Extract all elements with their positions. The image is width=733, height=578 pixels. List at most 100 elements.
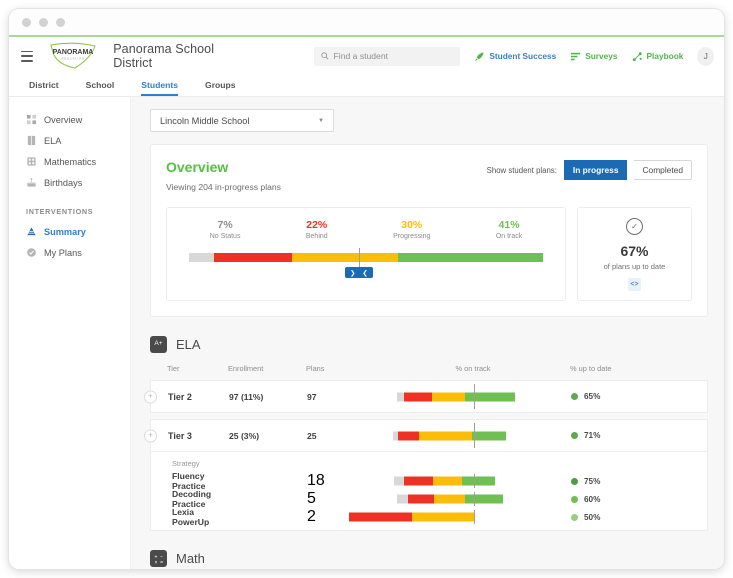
status-dot <box>571 393 578 400</box>
stat-no-status: 7% No Status <box>210 219 241 240</box>
goal-line <box>474 510 475 524</box>
bar-segment-behind <box>408 495 434 504</box>
bar-segment-progressing <box>419 431 473 440</box>
panorama-logo[interactable]: PANORAMA EDUCATION <box>45 41 101 71</box>
bar-segment-no-status <box>394 477 404 486</box>
sidebar-item-mathematics-label: Mathematics <box>44 157 96 167</box>
sidebar-item-ela[interactable]: ELA <box>9 130 130 151</box>
bar-segment-no-status <box>397 495 408 504</box>
strategy-label: Strategy <box>151 457 707 472</box>
school-select-dropdown[interactable]: Lincoln Middle School ▼ <box>150 109 334 132</box>
strategy-up-to-date-value: 75% <box>584 477 600 486</box>
row-up-to-date-value: 65% <box>584 392 600 401</box>
tab-school[interactable]: School <box>86 80 115 96</box>
list-item[interactable]: Lexia PowerUp 2 50% <box>151 508 707 526</box>
svg-text:=: = <box>160 560 163 565</box>
strategy-plans: 18 <box>307 472 389 490</box>
avatar[interactable]: J <box>697 47 714 66</box>
nav-student-success[interactable]: Student Success <box>474 51 556 62</box>
sidebar-item-birthdays[interactable]: Birthdays <box>9 172 130 193</box>
row-tier: Tier 2 <box>151 392 229 402</box>
row-plans: 97 <box>307 392 389 402</box>
list-item[interactable]: Decoding Practice 5 <box>151 490 707 508</box>
nav-playbook[interactable]: Playbook <box>632 51 684 62</box>
sidebar-item-summary[interactable]: Summary <box>9 221 130 242</box>
goal-line <box>359 248 361 267</box>
sidebar-item-my-plans-label: My Plans <box>44 248 82 258</box>
row-tier: Tier 3 <box>151 431 229 441</box>
code-badge-icon[interactable]: <> <box>628 278 641 291</box>
strategy-group: Strategy Fluency Practice 18 <box>150 451 708 531</box>
stat-on-track: 41% On track <box>496 219 522 240</box>
nav-surveys[interactable]: Surveys <box>570 51 617 62</box>
bar-segment-on-track <box>465 495 503 504</box>
distribution-bar-segments <box>189 253 543 262</box>
stat-behind: 22% Behind <box>306 219 328 240</box>
status-dot <box>571 432 578 439</box>
grid-icon <box>26 114 37 125</box>
goal-line <box>474 474 475 488</box>
nav-surveys-label: Surveys <box>585 51 617 61</box>
tab-groups[interactable]: Groups <box>205 80 236 96</box>
row-on-track-bar <box>389 419 559 452</box>
math-icon: + − × = <box>150 550 167 567</box>
goal-line <box>474 492 475 506</box>
bars-icon <box>570 51 581 62</box>
stat-behind-label: Behind <box>306 233 328 240</box>
school-select-value: Lincoln Middle School <box>160 116 249 126</box>
handle-arrow-right-icon: ❮ <box>362 269 367 277</box>
bar-segment-progressing <box>412 513 475 522</box>
svg-text:PANORAMA: PANORAMA <box>53 49 94 56</box>
toggle-completed[interactable]: Completed <box>634 160 692 180</box>
toggle-in-progress[interactable]: In progress <box>564 160 628 180</box>
status-dot <box>571 514 578 521</box>
bar-segment-behind <box>349 513 412 522</box>
bar-segment-behind <box>404 477 433 486</box>
bar-segment-no-status <box>397 392 404 401</box>
subject-section-math: + − × = Math Tier Enrollment Enrollment … <box>150 550 708 569</box>
subject-name-ela: ELA <box>176 337 201 352</box>
main-content: Lincoln Middle School ▼ Overview Viewing… <box>131 97 724 569</box>
goal-slider-handle[interactable]: ❯ ❮ <box>345 267 373 278</box>
window-minimize-button[interactable] <box>39 18 48 27</box>
window-maximize-button[interactable] <box>56 18 65 27</box>
tab-students[interactable]: Students <box>141 80 178 96</box>
expand-row-icon[interactable]: + <box>144 429 157 442</box>
bar-segment-on-track <box>465 392 515 401</box>
hamburger-menu-icon[interactable] <box>21 51 33 62</box>
search-input[interactable]: Find a student <box>314 47 461 66</box>
rocket-icon <box>474 51 485 62</box>
tab-district[interactable]: District <box>29 80 59 96</box>
book-icon <box>26 135 37 146</box>
bar-segment-progressing <box>433 477 462 486</box>
sidebar-item-overview[interactable]: Overview <box>9 109 130 130</box>
row-up-to-date-value: 71% <box>584 431 600 440</box>
triangle-icon <box>26 226 37 237</box>
up-to-date-percent: 67% <box>578 243 691 259</box>
col-enrollment: Enrollment <box>228 364 306 373</box>
table-row[interactable]: + Tier 3 25 (3%) 25 <box>150 419 708 452</box>
goal-line <box>474 384 475 409</box>
svg-text:×: × <box>154 560 157 565</box>
plans-up-to-date-panel: ✓ 67% of plans up to date <> <box>577 207 692 301</box>
subject-section-ela: A+ ELA Tier Enrollment Plans % on track … <box>150 336 708 531</box>
sidebar-section-interventions: INTERVENTIONS <box>9 193 130 221</box>
bar-segment-on-track <box>472 431 506 440</box>
stat-on-track-value: 41% <box>496 219 522 231</box>
subject-name-math: Math <box>176 551 205 566</box>
sidebar-item-my-plans[interactable]: My Plans <box>9 242 130 263</box>
nav-playbook-label: Playbook <box>647 51 684 61</box>
strategy-up-to-date-value: 50% <box>584 513 600 522</box>
col-up-to-date: % up to date <box>558 364 708 373</box>
expand-row-icon[interactable]: + <box>144 390 157 403</box>
stat-behind-value: 22% <box>306 219 328 231</box>
table-row[interactable]: + Tier 2 97 (11%) 97 <box>150 380 708 413</box>
sidebar-item-mathematics[interactable]: Mathematics <box>9 151 130 172</box>
sidebar-item-ela-label: ELA <box>44 136 61 146</box>
segment-progressing <box>292 253 398 262</box>
strategy-up-to-date: 75% <box>559 477 707 486</box>
list-item[interactable]: Fluency Practice 18 <box>151 472 707 490</box>
window-close-button[interactable] <box>22 18 31 27</box>
bar-segment-behind <box>398 431 419 440</box>
row-on-track-bar <box>389 380 559 413</box>
